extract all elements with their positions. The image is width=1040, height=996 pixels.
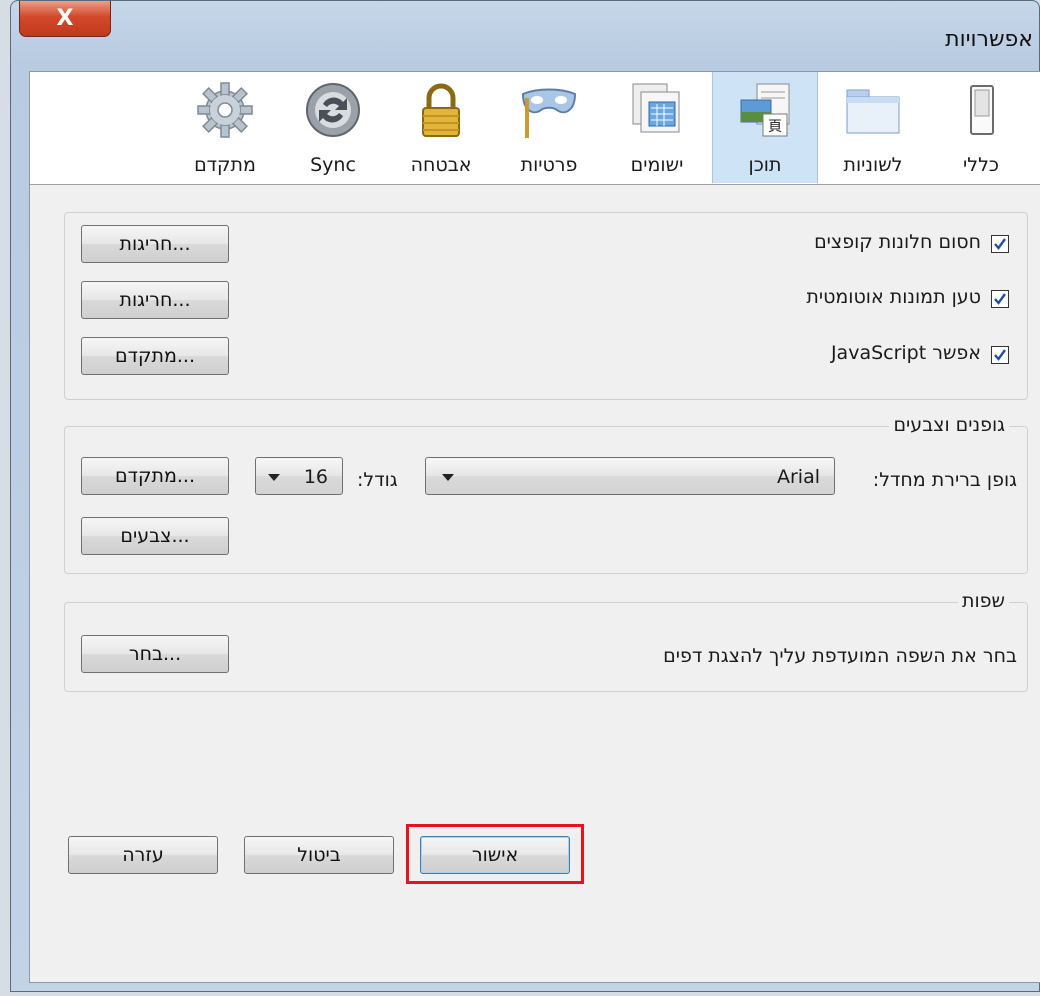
images-exceptions-button[interactable]: חריגות... — [81, 281, 229, 319]
javascript-advanced-button[interactable]: מתקדם... — [81, 337, 229, 375]
chevron-down-icon — [268, 474, 280, 481]
privacy-mask-icon — [521, 88, 577, 138]
tab-label: ישומים — [630, 154, 684, 176]
content-options-group: חסום חלונות קופצים חריגות... טען תמונות … — [64, 212, 1028, 400]
padlock-icon — [422, 83, 460, 137]
tab-label: Sync — [310, 154, 356, 176]
checkmark-icon — [994, 349, 1006, 361]
tab-label: מתקדם — [194, 154, 256, 176]
tab-label: תוכן — [748, 154, 782, 176]
cancel-button[interactable]: ביטול — [244, 836, 394, 874]
block-popups-label: חסום חלונות קופצים — [814, 231, 981, 253]
tab-label: פרטיות — [520, 154, 578, 176]
chevron-down-icon — [442, 474, 454, 481]
applications-icon — [632, 83, 680, 133]
switch-icon — [970, 85, 994, 135]
enable-javascript-checkbox[interactable] — [991, 346, 1009, 364]
close-button[interactable]: X — [19, 1, 111, 37]
help-button[interactable]: עזרה — [68, 836, 218, 874]
close-icon: X — [56, 6, 74, 31]
tab-label: כללי — [963, 154, 999, 176]
load-images-checkbox[interactable] — [991, 290, 1009, 308]
checkmark-icon — [994, 238, 1006, 250]
tab-label: לשוניות — [843, 154, 903, 176]
language-description: בחר את השפה המועדפת עליך להצגת דפים — [663, 645, 1017, 667]
sync-icon — [306, 83, 360, 137]
languages-legend: שפות — [958, 590, 1009, 612]
options-window: X אפשרויות כללי לשוניות 頁 תוכן ישומים פר… — [10, 0, 1040, 992]
popups-exceptions-button[interactable]: חריגות... — [81, 225, 229, 263]
svg-text:頁: 頁 — [768, 119, 782, 135]
font-size-value: 16 — [303, 466, 328, 488]
tab-label: אבטחה — [410, 154, 472, 176]
tabs-icon — [846, 89, 900, 134]
tab-applications[interactable]: ישומים — [604, 72, 710, 183]
tab-content[interactable]: 頁 תוכן — [712, 72, 818, 183]
languages-group: שפות בחר את השפה המועדפת עליך להצגת דפים… — [64, 590, 1028, 692]
load-images-label: טען תמונות אוטומטית — [806, 286, 981, 308]
block-popups-checkbox[interactable] — [991, 235, 1009, 253]
default-font-value: Arial — [776, 466, 820, 488]
choose-language-button[interactable]: בחר... — [81, 635, 229, 673]
default-font-label: גופן ברירת מחדל: — [872, 469, 1017, 491]
tab-advanced[interactable]: מתקדם — [172, 72, 278, 183]
ok-button-highlight — [406, 824, 584, 884]
fonts-colors-group: גופנים וצבעים גופן ברירת מחדל: Arial גוד… — [64, 414, 1028, 574]
category-toolbar: כללי לשוניות 頁 תוכן ישומים פרטיות אבטחה … — [30, 72, 1040, 185]
tab-privacy[interactable]: פרטיות — [496, 72, 602, 183]
font-size-select[interactable]: 16 — [255, 457, 343, 495]
fonts-advanced-button[interactable]: מתקדם... — [81, 457, 229, 495]
tab-general[interactable]: כללי — [928, 72, 1034, 183]
tab-tabs[interactable]: לשוניות — [820, 72, 926, 183]
default-font-select[interactable]: Arial — [425, 457, 835, 495]
checkmark-icon — [994, 293, 1006, 305]
tab-security[interactable]: אבטחה — [388, 72, 494, 183]
tab-sync[interactable]: Sync — [280, 72, 386, 183]
dialog-body: כללי לשוניות 頁 תוכן ישומים פרטיות אבטחה … — [29, 71, 1040, 983]
title-bar: X אפשרויות — [11, 1, 1039, 52]
gear-icon — [197, 82, 253, 138]
enable-javascript-label: אפשר JavaScript — [830, 342, 981, 364]
colors-button[interactable]: צבעים... — [81, 517, 229, 555]
content-icon: 頁 — [740, 83, 790, 137]
fonts-colors-legend: גופנים וצבעים — [889, 414, 1009, 436]
font-size-label: גודל: — [357, 469, 398, 491]
window-title: אפשרויות — [945, 27, 1033, 52]
